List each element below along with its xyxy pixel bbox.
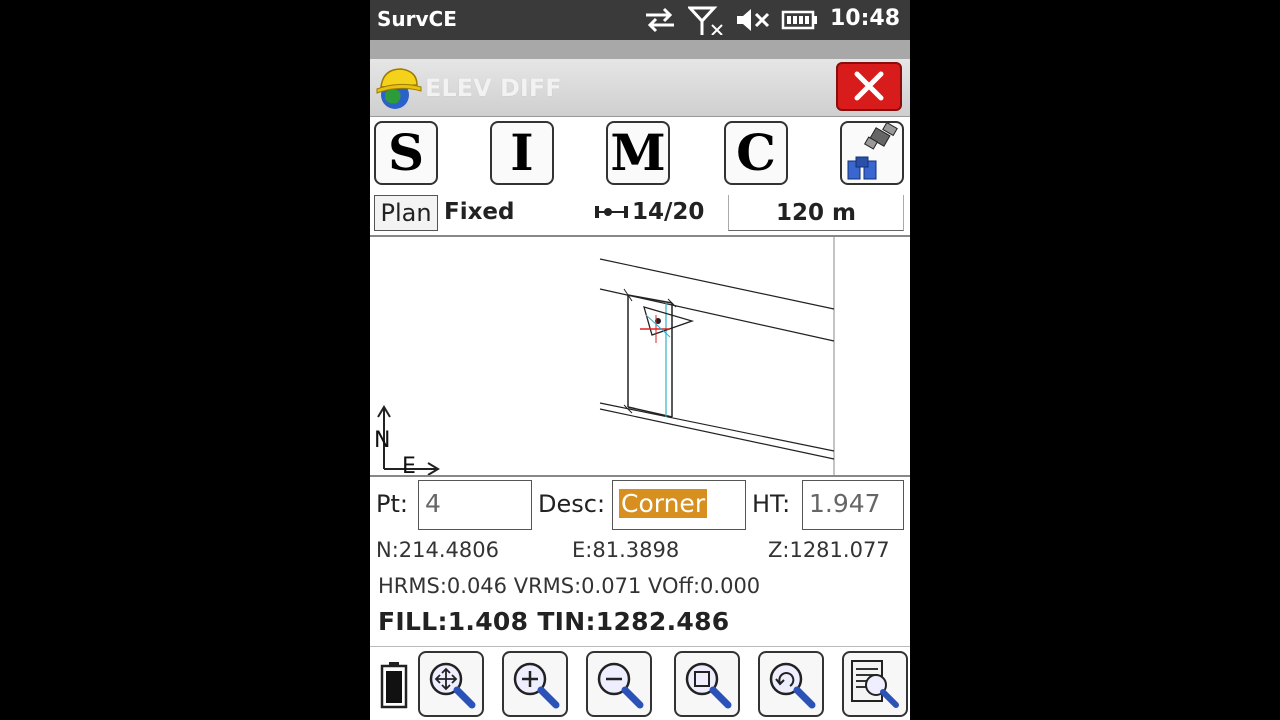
- battery-level-icon: [380, 662, 408, 709]
- zoom-extents-button[interactable]: [418, 651, 484, 717]
- satellite-count: 14/20: [632, 199, 705, 225]
- zoom-toolbar: [370, 646, 910, 720]
- map-canvas[interactable]: N E: [370, 237, 910, 479]
- sync-arrows-icon: [646, 7, 674, 33]
- os-clock: 10:48: [829, 6, 900, 31]
- map-settings-icon: [851, 660, 899, 708]
- store-button[interactable]: S: [374, 121, 438, 185]
- north-label: N: [374, 428, 390, 453]
- speaker-muted-icon: [737, 9, 770, 31]
- road-line: [599, 402, 835, 452]
- satellite-binoculars-icon: [847, 121, 898, 180]
- satellite-view-button[interactable]: [840, 121, 904, 185]
- window-title: ELEV DIFF: [425, 74, 562, 102]
- os-status-bar: SurvCE 10:48: [370, 0, 910, 40]
- satellite-count-icon: [595, 206, 628, 218]
- elevation-value: Z:1281.077: [768, 538, 890, 562]
- road-line: [599, 258, 835, 310]
- zoom-out-icon: [597, 662, 644, 709]
- close-button[interactable]: [836, 62, 902, 111]
- zoom-previous-button[interactable]: [758, 651, 824, 717]
- zoom-window-button[interactable]: [674, 651, 740, 717]
- surveyor-hardhat-logo-icon: [376, 68, 422, 109]
- zoom-in-button[interactable]: [502, 651, 568, 717]
- desc-label: Desc:: [538, 490, 606, 518]
- zoom-extents-icon: [429, 662, 476, 709]
- coordinate-readout: N:214.4806 E:81.3898 Z:1281.077: [370, 538, 910, 568]
- road-line: [599, 408, 835, 460]
- window-title-bar: ELEV DIFF: [370, 59, 910, 117]
- main-toolbar: S I M C: [370, 117, 910, 189]
- map-settings-button[interactable]: [842, 651, 908, 717]
- desc-selected-text: Corner: [619, 489, 708, 518]
- info-button[interactable]: I: [490, 121, 554, 185]
- east-label: E: [402, 454, 416, 475]
- monitor-button[interactable]: M: [606, 121, 670, 185]
- zoom-previous-icon: [769, 662, 816, 709]
- point-entry-row: Pt: 4 Desc: Corner HT: 1.947: [370, 478, 910, 532]
- close-icon: [854, 71, 884, 101]
- ht-input[interactable]: 1.947: [802, 480, 904, 530]
- solution-status: Fixed: [444, 199, 515, 225]
- os-app-name: SurvCE: [377, 7, 457, 31]
- fill-tin-readout: FILL:1.408 TIN:1282.486: [378, 607, 730, 636]
- ht-label: HT:: [752, 490, 791, 518]
- zoom-out-button[interactable]: [586, 651, 652, 717]
- status-divider: [370, 40, 910, 59]
- device-screen: SurvCE 10:48 ELEV DIFF S I M C Plan Fixe…: [370, 0, 910, 720]
- pt-label: Pt:: [376, 490, 408, 518]
- config-button[interactable]: C: [724, 121, 788, 185]
- antenna-no-signal-icon: [688, 6, 723, 35]
- map-drawing: N E: [374, 237, 835, 479]
- map-scale: 120 m: [728, 195, 904, 231]
- pt-input[interactable]: 4: [418, 480, 532, 530]
- desc-input[interactable]: Corner: [612, 480, 746, 530]
- northing-value: N:214.4806: [376, 538, 499, 562]
- battery-icon: [781, 10, 817, 30]
- easting-value: E:81.3898: [572, 538, 680, 562]
- gps-status-row: Plan Fixed 14/20 120 m: [370, 191, 910, 237]
- view-mode-button[interactable]: Plan: [374, 195, 438, 231]
- rms-readout: HRMS:0.046 VRMS:0.071 VOff:0.000: [378, 574, 761, 598]
- zoom-in-icon: [513, 662, 560, 709]
- zoom-window-icon: [685, 662, 732, 709]
